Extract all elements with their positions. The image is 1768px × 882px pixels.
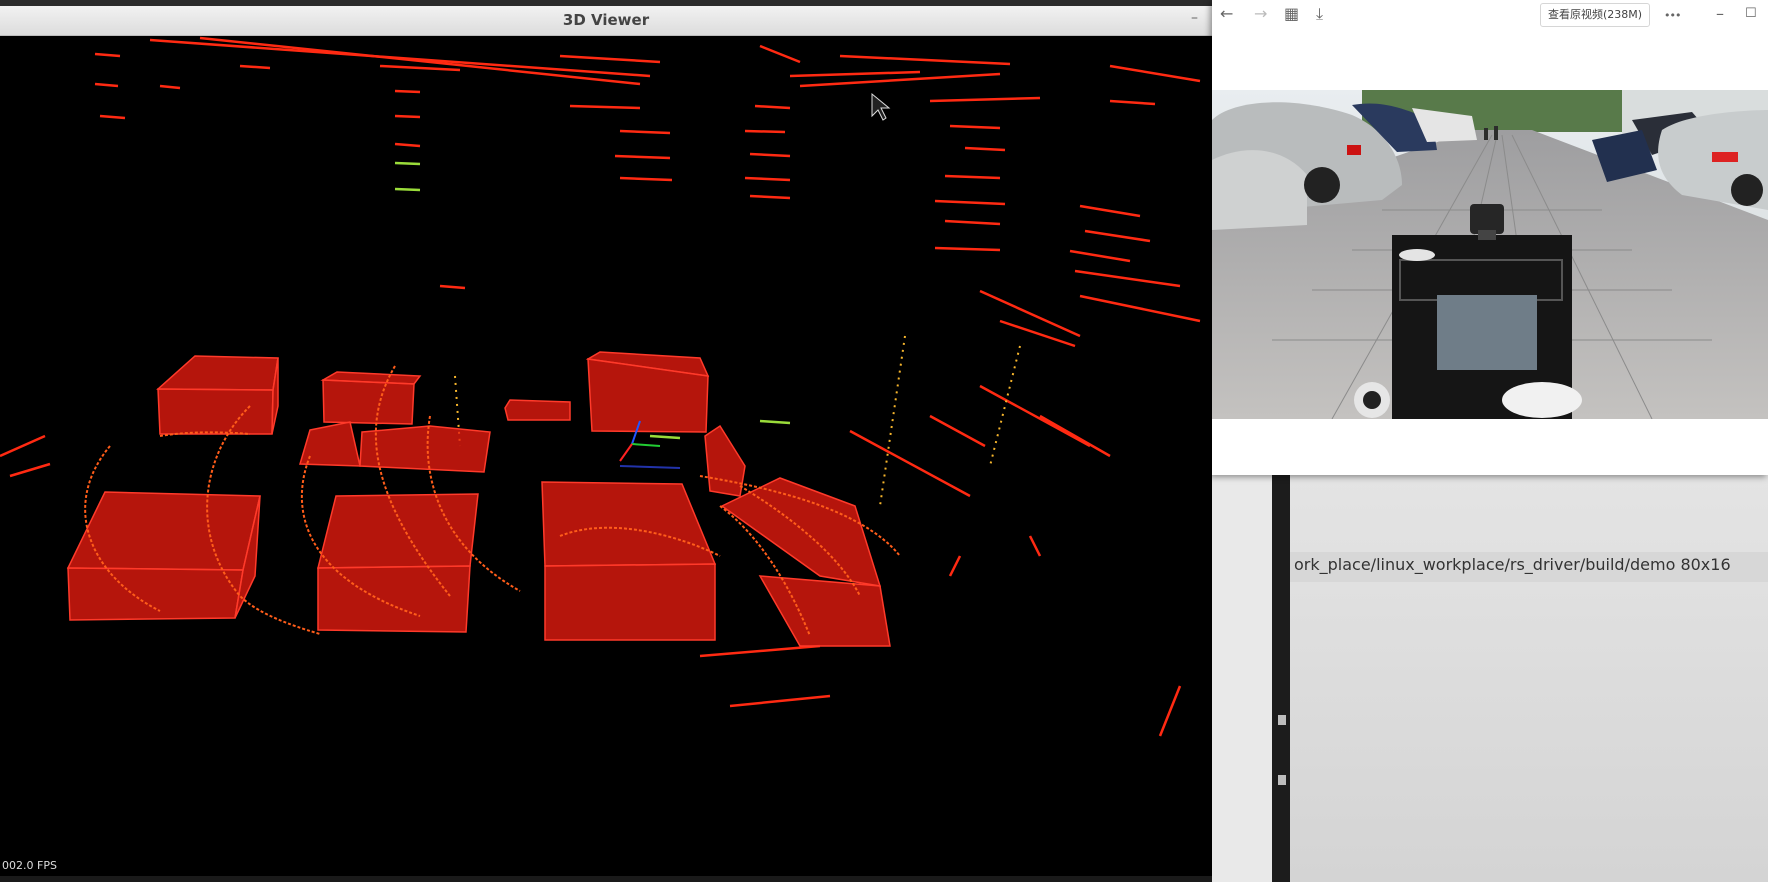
forward-arrow-icon[interactable]: → — [1254, 5, 1267, 23]
download-icon[interactable]: ⤓ — [1316, 5, 1323, 23]
viewer-window: 3D Viewer – 002.0 FPS — [0, 6, 1212, 882]
back-arrow-icon[interactable]: ← — [1220, 5, 1233, 23]
viewer-bottom-toolbar — [0, 876, 1212, 882]
camera-video-frame[interactable] — [1212, 90, 1768, 419]
view-original-video-button[interactable]: 查看原视频(238M) — [1540, 3, 1651, 27]
grid-icon[interactable]: ▦ — [1284, 5, 1299, 23]
terminal-window[interactable]: ork_place/linux_workplace/rs_driver/buil… — [1290, 470, 1768, 882]
more-icon[interactable]: ••• — [1664, 7, 1681, 25]
terminal-command-text: ork_place/linux_workplace/rs_driver/buil… — [1294, 555, 1731, 574]
window-minimize-icon[interactable]: – — [1716, 5, 1724, 23]
terminal-title-line: ork_place/linux_workplace/rs_driver/buil… — [1290, 552, 1768, 582]
window-maximize-icon[interactable]: ☐ — [1745, 5, 1757, 23]
viewer-title: 3D Viewer — [562, 11, 650, 29]
video-preview-window: ← → ▦ ⤓ 查看原视频(238M) ••• – ☐ — [1212, 0, 1768, 475]
fps-counter: 002.0 FPS — [2, 859, 57, 872]
video-preview-toolbar: ← → ▦ ⤓ 查看原视频(238M) ••• – ☐ — [1212, 0, 1768, 30]
terminal-scrollbar[interactable] — [1272, 470, 1290, 882]
scroll-marker-icon — [1278, 775, 1286, 785]
viewer-minimize-button[interactable]: – — [1191, 10, 1198, 26]
lidar-point-cloud-scene[interactable] — [0, 36, 1212, 882]
viewer-titlebar[interactable]: 3D Viewer – — [0, 6, 1212, 36]
scroll-marker-icon — [1278, 715, 1286, 725]
